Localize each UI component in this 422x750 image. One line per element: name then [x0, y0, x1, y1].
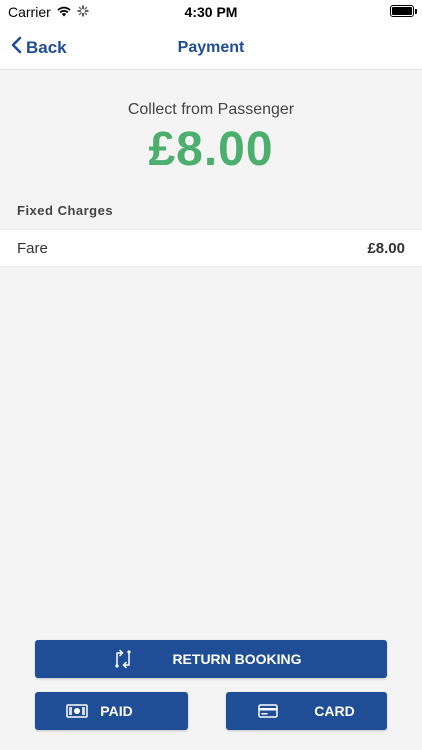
collect-label: Collect from Passenger	[127, 101, 295, 118]
charge-row: Fare £8.00	[0, 229, 422, 267]
charge-label: Fare	[17, 240, 48, 257]
nav-bar: Back Payment	[0, 24, 422, 70]
swap-arrows-icon	[113, 649, 135, 669]
battery-icon	[390, 5, 417, 17]
charge-value: £8.00	[367, 240, 405, 257]
return-booking-button[interactable]: RETURN BOOKING	[35, 640, 387, 678]
card-button[interactable]: CARD	[226, 692, 387, 730]
credit-card-icon	[258, 704, 278, 718]
return-booking-label: RETURN BOOKING	[172, 651, 302, 667]
page-title: Payment	[177, 39, 245, 56]
card-label: CARD	[314, 703, 355, 719]
fixed-charges-header: Fixed Charges	[17, 203, 114, 218]
status-time: 4:30 PM	[184, 4, 238, 20]
paid-label: PAID	[100, 703, 133, 719]
banknote-icon	[66, 704, 88, 718]
amount-due: £8.00	[148, 123, 274, 176]
paid-button[interactable]: PAID	[35, 692, 188, 730]
status-bar: Carrier 4:30 PM	[0, 0, 422, 24]
